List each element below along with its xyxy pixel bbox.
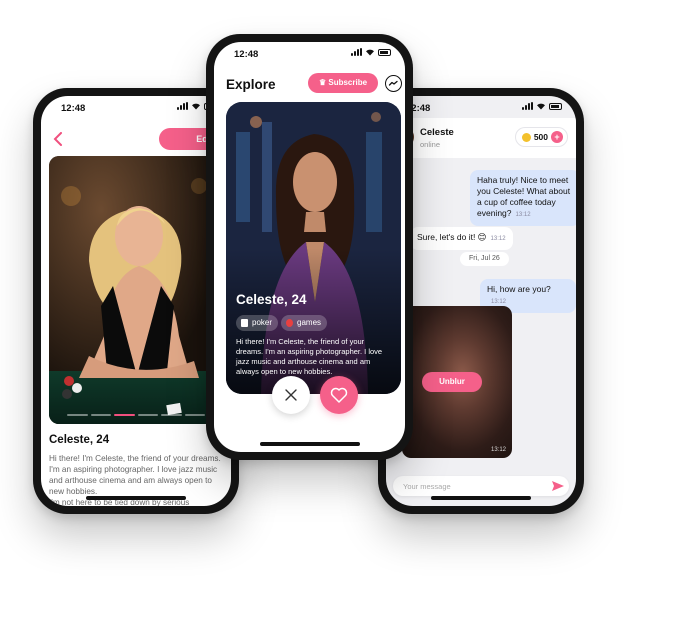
photo-indicator[interactable] (161, 414, 182, 416)
wifi-icon (537, 103, 545, 110)
subscribe-label: Subscribe (328, 78, 368, 87)
card-bio: Hi there! I'm Celeste, the friend of you… (236, 337, 383, 376)
profile-screen: 12:48 Edit Profile (41, 96, 231, 506)
system-icons (351, 48, 391, 56)
signal-icon (522, 102, 533, 110)
photo-time: 13:12 (490, 447, 506, 453)
message-text: Sure, let's do it! 😊 (417, 232, 487, 242)
profile-photo[interactable] (49, 156, 223, 424)
coin-icon (521, 132, 531, 142)
photo-indicator[interactable] (137, 414, 158, 416)
heart-icon (330, 387, 348, 403)
tag-label: poker (252, 318, 273, 327)
photo-indicator[interactable] (184, 414, 205, 416)
date-separator: Fri, Jul 26 (460, 252, 509, 266)
dislike-button[interactable] (272, 376, 310, 414)
battery-icon (378, 48, 391, 56)
explore-screen: 12:48 Explore ♛ Subscribe Celeste, 24 po… (214, 42, 405, 452)
tag-poker: poker (236, 315, 279, 331)
subscribe-button[interactable]: ♛ Subscribe (308, 73, 378, 93)
message-composer (393, 476, 569, 496)
coin-balance[interactable]: 500 + (514, 127, 568, 147)
tag-games: games (281, 315, 328, 331)
photo-indicator[interactable] (114, 414, 135, 416)
status-time: 12:48 (234, 49, 259, 60)
chat-header: Celeste online 500 + (386, 118, 576, 158)
wifi-icon (366, 49, 374, 56)
profile-name: Celeste, 24 (49, 434, 110, 446)
photo-indicator[interactable] (67, 414, 88, 416)
photo-indicator[interactable] (90, 414, 111, 416)
message-time: 13:12 (490, 236, 506, 242)
add-coins-icon[interactable]: + (551, 131, 563, 143)
explore-phone: 12:48 Explore ♛ Subscribe Celeste, 24 po… (206, 34, 413, 460)
contact-status: online (420, 140, 441, 149)
signal-icon (351, 48, 362, 56)
close-icon (285, 389, 297, 401)
battery-icon (549, 102, 562, 110)
status-bar: 12:48 (214, 42, 405, 64)
home-indicator (431, 496, 531, 500)
message-time: 13:12 (491, 299, 507, 305)
messenger-icon[interactable] (385, 75, 402, 92)
blurred-photo-message: Unblur 13:12 (402, 306, 512, 458)
message-text: Hi, how are you? (487, 284, 551, 294)
contact-name: Celeste (420, 127, 454, 138)
message-input[interactable] (393, 476, 533, 496)
home-indicator (259, 442, 360, 446)
home-indicator (86, 496, 186, 500)
poker-icon (241, 319, 248, 327)
card-name: Celeste, 24 (236, 292, 307, 307)
profile-photo-image (49, 156, 223, 424)
profile-card[interactable]: Celeste, 24 poker games Hi there! I'm Ce… (226, 102, 401, 394)
games-icon (286, 319, 293, 327)
send-icon (552, 481, 564, 491)
back-button[interactable] (53, 130, 63, 151)
app-showcase: 12:48 Edit Profile (0, 0, 687, 619)
signal-icon (177, 102, 188, 110)
tag-label: games (297, 318, 322, 327)
message-outgoing: Haha truly! Nice to meet you Celeste! Wh… (470, 170, 576, 226)
photo-indicators (67, 414, 205, 416)
page-title: Explore (226, 77, 276, 92)
chevron-left-icon (53, 132, 62, 146)
coin-count: 500 (533, 132, 548, 142)
message-incoming: Sure, let's do it! 😊 13:12 (410, 227, 513, 250)
status-time: 12:48 (61, 103, 86, 114)
crown-icon: ♛ (318, 78, 327, 87)
send-button[interactable] (551, 480, 565, 492)
profile-bio: Hi there! I'm Celeste, the friend of you… (49, 454, 221, 496)
like-button[interactable] (320, 376, 358, 414)
system-icons (522, 102, 562, 110)
message-time: 13:12 (515, 212, 531, 218)
chat-screen: 12:48 Celeste online 500 + Haha truly! N… (386, 96, 576, 506)
status-bar: 12:48 (41, 96, 231, 118)
wifi-icon (192, 103, 200, 110)
status-bar: 12:48 (386, 96, 576, 118)
unblur-button[interactable]: Unblur (422, 372, 482, 392)
